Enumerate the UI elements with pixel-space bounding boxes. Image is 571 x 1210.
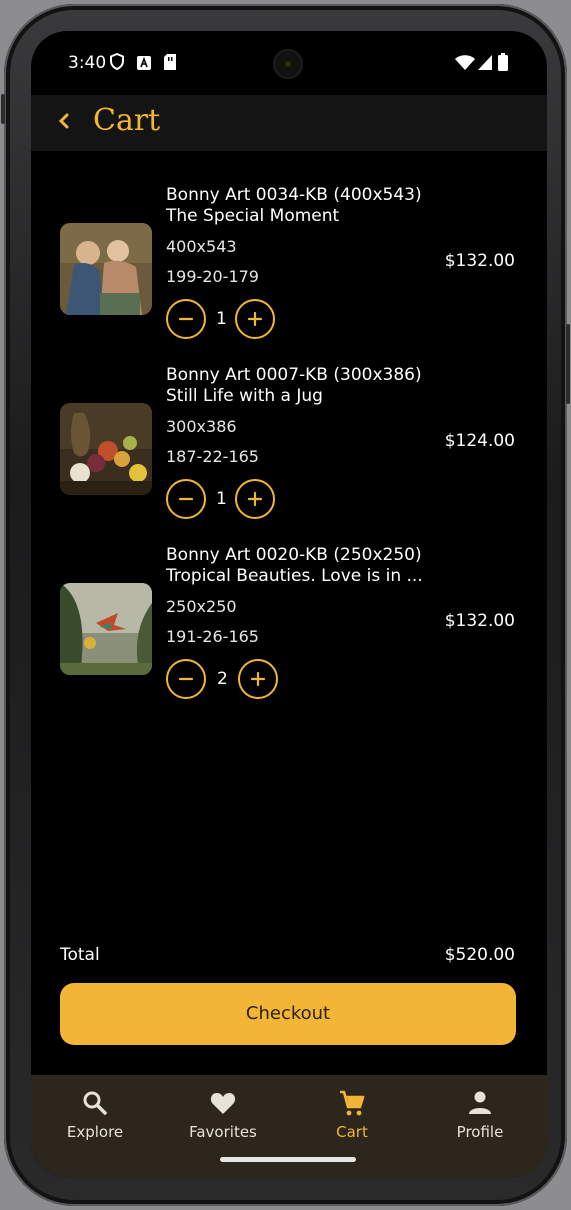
item-code: 199-20-179 [166, 267, 259, 286]
item-code: 187-22-165 [166, 447, 259, 466]
item-name-line: Tropical Beauties. Love is in ... [166, 566, 423, 586]
quantity-value: 2 [217, 669, 228, 689]
quantity-value: 1 [216, 489, 227, 509]
a-badge-icon [137, 55, 151, 74]
nav-label: Profile [456, 1123, 504, 1141]
shield-icon [110, 52, 124, 74]
increase-quantity-button[interactable] [235, 479, 275, 519]
wifi-icon [455, 55, 475, 74]
decrease-quantity-button[interactable] [166, 659, 206, 699]
person-icon [469, 1091, 491, 1114]
item-size: 250x250 [166, 597, 237, 616]
artwork-thumbnail[interactable] [60, 223, 152, 315]
nav-item-explore[interactable]: Explore [40, 1089, 150, 1141]
cart-icon [340, 1090, 365, 1116]
minus-icon [178, 317, 194, 321]
item-size: 400x543 [166, 237, 237, 256]
item-name-line: Bonny Art 0034-KB (400x543) [166, 185, 422, 205]
minus-icon [178, 497, 194, 501]
quantity-value: 1 [216, 309, 227, 329]
nav-label: Explore [66, 1123, 124, 1141]
minus-icon [178, 677, 194, 681]
battery-icon [498, 53, 508, 75]
item-name-line: Still Life with a Jug [166, 386, 323, 406]
item-name-line: Bonny Art 0020-KB (250x250) [166, 545, 422, 565]
cart-item: Bonny Art 0034-KB (400x543) The Special … [31, 185, 547, 355]
cart-item: Bonny Art 0020-KB (250x250) Tropical Bea… [31, 545, 547, 715]
app-screen: 3:40 Cart Bonny Art 0034-KB (400x543) Th… [31, 31, 547, 1177]
plus-icon [250, 671, 266, 687]
nav-item-favorites[interactable]: Favorites [168, 1089, 278, 1141]
item-name: Bonny Art 0020-KB (250x250) Tropical Bea… [166, 545, 456, 587]
decrease-quantity-button[interactable] [166, 299, 206, 339]
item-size: 300x386 [166, 417, 237, 436]
signal-icon [478, 55, 492, 74]
sim-card-icon [164, 54, 176, 74]
item-name: Bonny Art 0034-KB (400x543) The Special … [166, 185, 456, 227]
status-time: 3:40 [68, 53, 107, 73]
item-price: $124.00 [444, 431, 515, 451]
phone-side-button [566, 324, 570, 404]
front-camera [273, 49, 303, 79]
chevron-left-icon[interactable] [55, 109, 75, 133]
plus-icon [247, 491, 263, 507]
app-bar: Cart [31, 95, 547, 151]
item-code: 191-26-165 [166, 627, 259, 646]
decrease-quantity-button[interactable] [166, 479, 206, 519]
plus-icon [247, 311, 263, 327]
heart-icon [210, 1093, 236, 1114]
nav-item-cart[interactable]: Cart [297, 1089, 407, 1141]
item-name-line: Bonny Art 0007-KB (300x386) [166, 365, 422, 385]
item-price: $132.00 [444, 611, 515, 631]
artwork-thumbnail[interactable] [60, 403, 152, 495]
item-name-line: The Special Moment [166, 206, 340, 226]
nav-item-profile[interactable]: Profile [425, 1089, 535, 1141]
increase-quantity-button[interactable] [238, 659, 278, 699]
nav-label: Favorites [189, 1123, 257, 1141]
total-label: Total [60, 945, 100, 965]
page-title: Cart [93, 103, 161, 138]
phone-frame: 3:40 Cart Bonny Art 0034-KB (400x543) Th… [1, 4, 570, 1206]
total-value: $520.00 [444, 945, 515, 965]
search-icon [83, 1091, 107, 1115]
item-price: $132.00 [444, 251, 515, 271]
home-indicator[interactable] [220, 1157, 356, 1162]
status-bar: 3:40 [31, 31, 547, 95]
phone-side-button [1, 94, 5, 124]
increase-quantity-button[interactable] [235, 299, 275, 339]
item-name: Bonny Art 0007-KB (300x386) Still Life w… [166, 365, 456, 407]
checkout-button[interactable]: Checkout [60, 983, 516, 1045]
nav-label: Cart [336, 1123, 368, 1141]
artwork-thumbnail[interactable] [60, 583, 152, 675]
cart-item: Bonny Art 0007-KB (300x386) Still Life w… [31, 365, 547, 535]
